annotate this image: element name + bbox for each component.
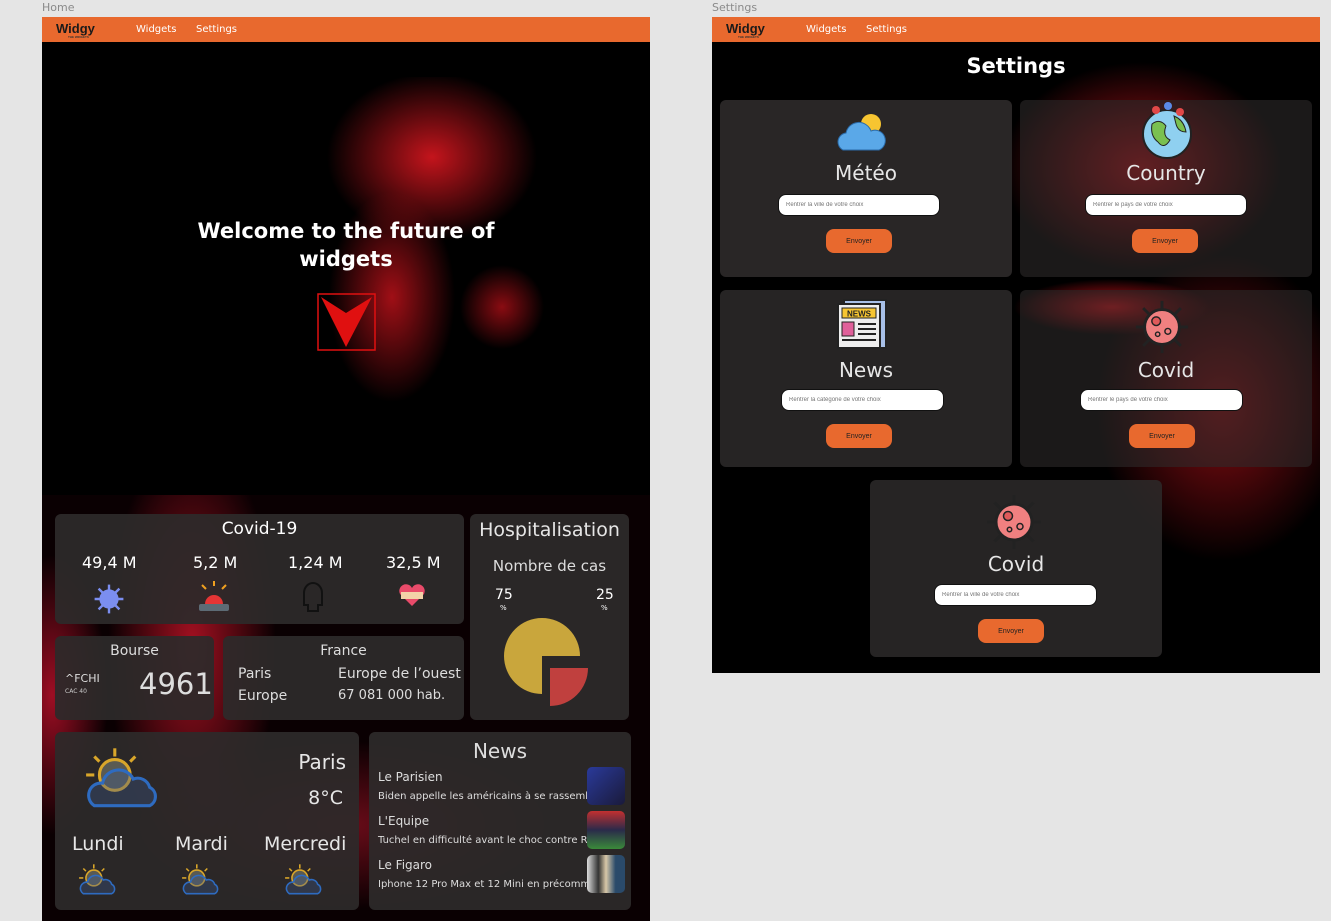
settings-card-title: News: [838, 358, 894, 382]
envoyer-button[interactable]: Envoyer: [826, 424, 892, 448]
city-input[interactable]: [778, 194, 940, 216]
bourse-value: 4961: [139, 667, 213, 701]
news-thumbnail: [587, 767, 625, 805]
virus-icon: [94, 584, 124, 614]
forecast-day-2-weather-icon: [180, 862, 222, 896]
weather-widget: Paris 8°C Lundi Mardi Mercredi: [55, 732, 359, 910]
hospitalisation-widget: Hospitalisation Nombre de cas 75 % 25 %: [470, 514, 629, 720]
covid-widget: Covid-19 49,4 M 5,2 M 1,24 M 32,5 M: [55, 514, 464, 624]
weather-icon: [837, 114, 886, 151]
virus-icon: [984, 492, 1044, 552]
covid-title: Covid-19: [221, 519, 298, 539]
settings-card-title: Covid: [1137, 358, 1195, 382]
hospitalisation-subtitle: Nombre de cas: [492, 557, 607, 575]
settings-card-country: Country Envoyer: [1020, 100, 1312, 277]
forecast-day-3: Mercredi: [264, 833, 347, 855]
country-region: Europe de l’ouest: [338, 666, 461, 682]
nav-widgets-link[interactable]: Widgets: [806, 24, 846, 35]
weather-temperature: 8°C: [308, 787, 343, 809]
widgy-logo[interactable]: Widgy THE WIDGETS: [56, 21, 95, 39]
nav-widgets-link[interactable]: Widgets: [136, 24, 176, 35]
bourse-widget: Bourse ^FCHI CAC 40 4961: [55, 636, 214, 720]
frame-label-home: Home: [42, 1, 75, 14]
forecast-day-3-weather-icon: [283, 862, 325, 896]
news-thumbnail: [587, 855, 625, 893]
settings-frame: Widgy THE WIDGETS Widgets Settings Settin…: [712, 17, 1320, 673]
covid-stat-recovered: 32,5 M: [386, 553, 441, 572]
pie-slice-minor: [550, 668, 588, 706]
nav-settings-link[interactable]: Settings: [866, 24, 907, 35]
news-source: Le Figaro: [378, 858, 433, 872]
globe-icon: [1142, 102, 1192, 159]
news-headline[interactable]: Iphone 12 Pro Max et 12 Mini en précomma…: [378, 879, 612, 890]
country-title: France: [320, 643, 367, 659]
forecast-day-1: Lundi: [72, 833, 124, 855]
settings-card-title: Covid: [987, 552, 1045, 576]
news-source: Le Parisien: [378, 770, 443, 784]
category-input[interactable]: [781, 389, 944, 411]
settings-card-news: NEWS News Envoyer: [720, 290, 1012, 467]
pie-unit-major: %: [500, 604, 507, 612]
news-widget: News Le Parisien Biden appelle les améri…: [369, 732, 631, 910]
forecast-day-2: Mardi: [175, 833, 228, 855]
covid-stat-hospital: 5,2 M: [193, 553, 238, 572]
settings-card-title: Météo: [835, 161, 897, 185]
widgy-logo[interactable]: Widgy THE WIDGETS: [726, 21, 765, 39]
settings-card-covid-country: Covid Envoyer: [1020, 290, 1312, 467]
envoyer-button[interactable]: Envoyer: [826, 229, 892, 253]
pie-unit-minor: %: [601, 604, 608, 612]
hero-title: Welcome to the future of widgets: [197, 219, 495, 271]
siren-icon: [199, 581, 229, 611]
pie-value-minor: 25: [596, 587, 614, 603]
country-widget: France Paris Europe Europe de l’ouest 67…: [223, 636, 464, 720]
covid-city-input[interactable]: [934, 584, 1097, 606]
pie-value-major: 75: [495, 587, 513, 603]
weather-city: Paris: [298, 750, 346, 774]
country-capital: Paris: [238, 666, 272, 682]
settings-page-title: Settings: [966, 54, 1066, 78]
healed-heart-icon: [399, 584, 425, 606]
settings-navbar: Widgy THE WIDGETS Widgets Settings: [712, 17, 1320, 42]
newspaper-icon: NEWS: [837, 299, 887, 349]
svg-text:NEWS: NEWS: [847, 310, 872, 319]
news-thumbnail: [587, 811, 625, 849]
news-source: L'Equipe: [378, 814, 430, 828]
news-headline[interactable]: Tuchel en difficulté avant le choc contr…: [378, 835, 609, 846]
nav-settings-link[interactable]: Settings: [196, 24, 237, 35]
virus-icon: [1133, 298, 1191, 356]
skull-icon: [303, 582, 323, 612]
country-population: 67 081 000 hab.: [338, 688, 446, 703]
country-input[interactable]: [1085, 194, 1247, 216]
hospitalisation-title: Hospitalisation: [479, 519, 620, 541]
settings-card-title: Country: [1126, 161, 1206, 185]
news-title: News: [472, 739, 528, 763]
hospitalisation-pie-chart: [504, 618, 588, 706]
bourse-index: CAC 40: [65, 688, 87, 695]
home-navbar: Widgy THE WIDGETS Widgets Settings: [42, 17, 650, 42]
home-frame: Widgy THE WIDGETS Widgets Settings Welcom…: [42, 17, 650, 921]
envoyer-button[interactable]: Envoyer: [1129, 424, 1195, 448]
country-continent: Europe: [238, 688, 288, 704]
frame-label-settings: Settings: [712, 1, 758, 14]
covid-stat-cases: 49,4 M: [82, 553, 137, 572]
envoyer-button[interactable]: Envoyer: [978, 619, 1044, 643]
bourse-ticker: ^FCHI: [65, 672, 100, 685]
settings-card-meteo: Météo Envoyer: [720, 100, 1012, 277]
settings-card-covid-city: Covid Envoyer: [870, 480, 1162, 657]
forecast-day-1-weather-icon: [77, 862, 119, 896]
covid-stat-deaths: 1,24 M: [288, 553, 343, 572]
partly-cloudy-icon: [82, 744, 164, 810]
covid-country-input[interactable]: [1080, 389, 1243, 411]
news-headline[interactable]: Biden appelle les américains à se rassem…: [378, 791, 613, 802]
down-arrow-logo-icon: [317, 293, 376, 351]
envoyer-button[interactable]: Envoyer: [1132, 229, 1198, 253]
bourse-title: Bourse: [110, 643, 159, 659]
